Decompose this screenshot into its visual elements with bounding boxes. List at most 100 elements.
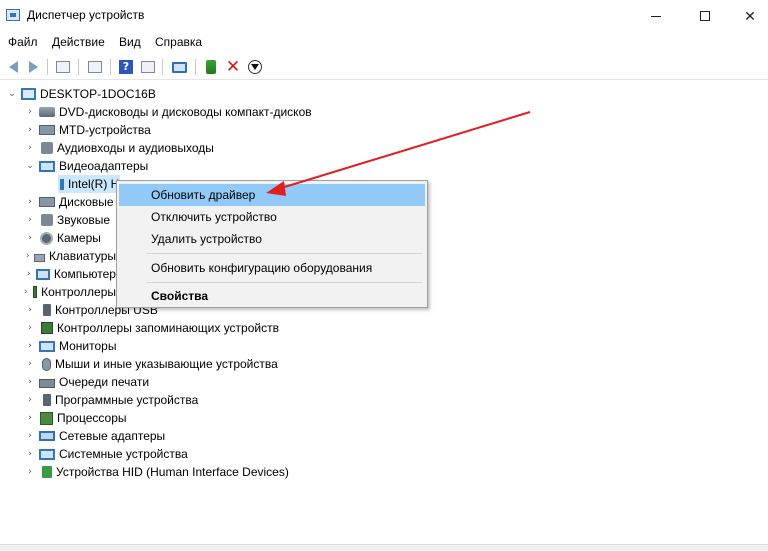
tree-item-computer[interactable]: › Компьютер — [24, 265, 116, 283]
tree-item-display-adapters[interactable]: ⌄ Видеоадаптеры — [24, 157, 148, 175]
context-menu-update-driver[interactable]: Обновить драйвер — [119, 184, 425, 206]
tree-item-sound[interactable]: › Звуковые — [24, 211, 116, 229]
tree-item-label: Системные устройства — [59, 447, 188, 461]
menu-help[interactable]: Справка — [155, 35, 202, 49]
minimize-icon — [651, 15, 661, 17]
toolbar-separator — [195, 59, 196, 75]
tree-item-label: Сетевые адаптеры — [59, 429, 166, 443]
close-button[interactable]: ✕ — [727, 0, 768, 32]
expand-chevron-icon[interactable]: › — [24, 340, 36, 352]
tree-item-mice[interactable]: › Мыши и иные указывающие устройства — [24, 355, 278, 373]
context-menu-label: Отключить устройство — [151, 210, 277, 224]
minimize-button[interactable] — [633, 0, 679, 32]
tree-root[interactable]: ⌄ DESKTOP-1DOC16B — [6, 85, 156, 103]
expand-chevron-icon[interactable]: › — [24, 466, 36, 478]
expand-chevron-icon[interactable]: › — [24, 430, 36, 442]
tree-item-label: Intel(R) HD Graphic — [68, 177, 120, 191]
collapse-chevron-icon[interactable]: ⌄ — [24, 160, 36, 172]
expand-chevron-icon[interactable]: › — [24, 124, 36, 136]
menu-file[interactable]: Файл — [8, 35, 38, 49]
tree-item-hid[interactable]: › Устройства HID (Human Interface Device… — [24, 463, 289, 481]
window-title: Диспетчер устройств — [27, 8, 145, 22]
context-menu-disable-device[interactable]: Отключить устройство — [119, 206, 425, 228]
tree-item-label: Звуковые — [57, 213, 111, 227]
tree-item-software-devices[interactable]: › Программные устройства — [24, 391, 198, 409]
tree-item-system-devices[interactable]: › Системные устройства — [24, 445, 188, 463]
tree-item-controllers[interactable]: › Контроллеры — [24, 283, 116, 301]
tree-item-network-adapters[interactable]: › Сетевые адаптеры — [24, 427, 165, 445]
expand-chevron-icon[interactable]: › — [24, 448, 36, 460]
scan-hardware-icon — [171, 61, 187, 73]
expand-chevron-icon[interactable]: › — [24, 106, 36, 118]
forward-button[interactable] — [24, 58, 42, 76]
view-button[interactable] — [139, 58, 157, 76]
driver-button[interactable] — [86, 58, 104, 76]
camera-icon — [40, 231, 53, 245]
expand-chevron-icon[interactable]: › — [24, 412, 36, 424]
driver-icon — [88, 61, 102, 73]
back-button[interactable] — [4, 58, 22, 76]
tree-item-disk-drives[interactable]: › Дисковые — [24, 193, 116, 211]
tree-item-label: Камеры — [57, 231, 101, 245]
tree-item-print-queues[interactable]: › Очереди печати — [24, 373, 149, 391]
mtd-device-icon — [39, 125, 55, 135]
expand-chevron-icon[interactable]: › — [24, 196, 36, 208]
menu-view[interactable]: Вид — [119, 35, 141, 49]
collapse-chevron-icon[interactable]: ⌄ — [6, 88, 18, 100]
properties-button[interactable] — [54, 58, 72, 76]
close-icon: ✕ — [744, 7, 756, 24]
expand-chevron-icon[interactable]: › — [24, 250, 31, 262]
menu-action[interactable]: Действие — [52, 35, 105, 49]
enable-device-button[interactable] — [202, 58, 220, 76]
update-driver-button[interactable] — [246, 58, 264, 76]
tree-item-processors[interactable]: › Процессоры — [24, 409, 127, 427]
tree-item-audio-io[interactable]: › Аудиовходы и аудиовыходы — [24, 139, 214, 157]
back-arrow-icon — [8, 61, 18, 73]
expand-chevron-icon[interactable]: › — [24, 268, 33, 280]
annotation-arrow-line — [277, 111, 531, 190]
usb-controller-icon — [43, 304, 51, 316]
tree-item-keyboards[interactable]: › Клавиатуры — [24, 247, 116, 265]
expand-chevron-icon[interactable]: › — [24, 322, 36, 334]
tree-item-intel-graphics[interactable]: Intel(R) HD Graphic — [58, 175, 120, 193]
expand-chevron-icon[interactable]: › — [24, 304, 36, 316]
context-menu-label: Обновить драйвер — [151, 188, 256, 202]
tree-item-storage-controllers[interactable]: › Контроллеры запоминающих устройств — [24, 319, 279, 337]
help-icon: ? — [119, 60, 133, 74]
expand-chevron-icon[interactable]: › — [24, 376, 36, 388]
uninstall-device-icon: ✕ — [225, 57, 241, 77]
context-menu-uninstall-device[interactable]: Удалить устройство — [119, 228, 425, 250]
tree-item-label: Процессоры — [57, 411, 127, 425]
scan-hardware-button[interactable] — [170, 58, 188, 76]
context-menu-separator — [147, 253, 423, 254]
toolbar: ? ✕ — [0, 54, 768, 80]
uninstall-device-button[interactable]: ✕ — [224, 58, 242, 76]
expand-chevron-icon[interactable]: › — [24, 214, 36, 226]
expand-chevron-icon[interactable]: › — [24, 286, 28, 298]
view-icon — [141, 61, 155, 73]
tree-item-mtd[interactable]: › MTD-устройства — [24, 121, 151, 139]
tree-item-label: Компьютер — [53, 267, 116, 281]
tree-item-label: Клавиатуры — [49, 249, 116, 263]
expand-chevron-icon[interactable]: › — [24, 142, 36, 154]
tree-item-dvd[interactable]: › DVD-дисководы и дисководы компакт-диск… — [24, 103, 311, 121]
disk-drive-icon — [39, 197, 55, 207]
storage-controller-icon — [41, 322, 53, 334]
expand-chevron-icon[interactable]: › — [24, 358, 36, 370]
context-menu-label: Обновить конфигурацию оборудования — [151, 261, 373, 275]
keyboard-icon — [34, 253, 46, 262]
tree-item-label: Очереди печати — [59, 375, 150, 389]
context-menu-properties[interactable]: Свойства — [119, 285, 425, 307]
help-button[interactable]: ? — [117, 58, 135, 76]
expand-chevron-icon[interactable]: › — [24, 232, 36, 244]
maximize-button[interactable] — [682, 0, 728, 32]
expand-chevron-icon[interactable]: › — [24, 394, 36, 406]
audio-icon — [41, 142, 53, 154]
tree-item-monitors[interactable]: › Мониторы — [24, 337, 116, 355]
context-menu-scan-hardware[interactable]: Обновить конфигурацию оборудования — [119, 257, 425, 279]
hid-icon — [42, 466, 52, 478]
properties-icon — [56, 61, 70, 73]
status-bar — [0, 544, 768, 551]
tree-item-cameras[interactable]: › Камеры — [24, 229, 116, 247]
display-adapter-icon — [60, 179, 64, 190]
